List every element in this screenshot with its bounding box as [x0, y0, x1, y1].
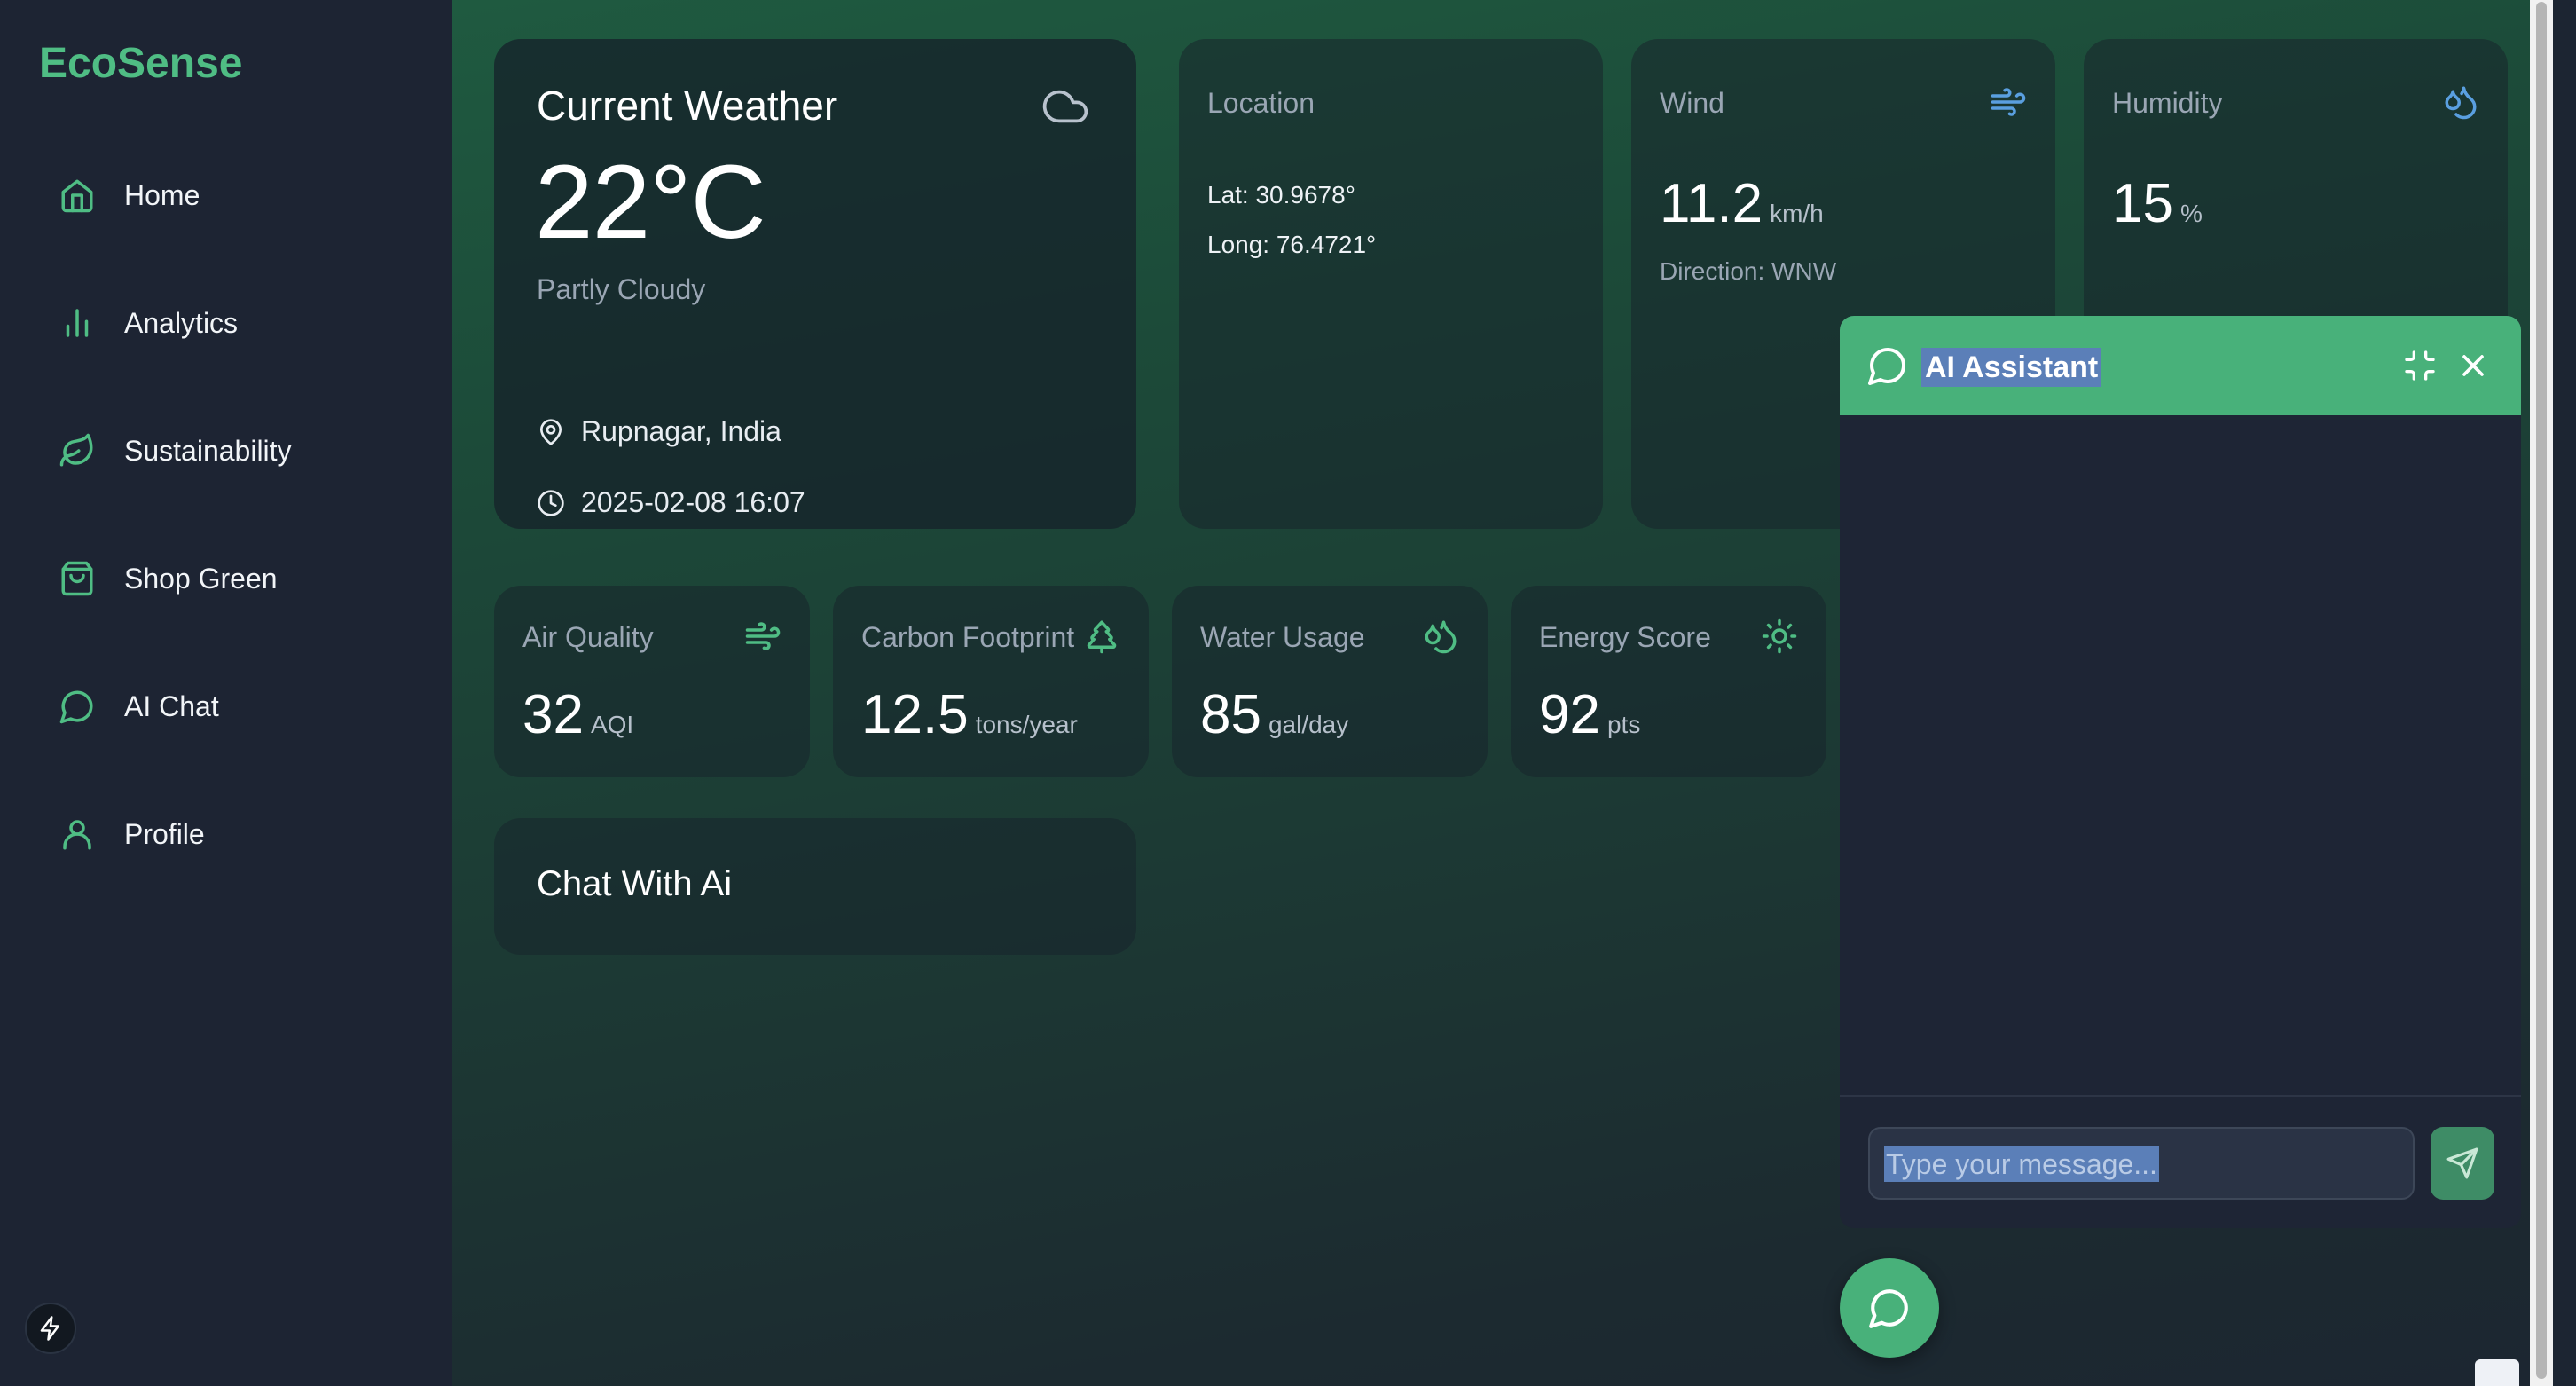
metric-unit: pts	[1606, 711, 1641, 738]
chat-card-title: Chat With Ai	[537, 864, 733, 903]
metric-label: Carbon Footprint	[861, 621, 1075, 653]
latitude: Lat: 30.9678°	[1207, 181, 1355, 209]
nav-label: AI Chat	[124, 689, 219, 722]
metric-card-carbon-footprint: Carbon Footprint 12.5 tons/year	[833, 586, 1149, 777]
nav-label: Shop Green	[124, 562, 278, 595]
message-circle-icon	[1869, 1289, 1908, 1328]
wind-value-row: 11.2 km/h	[1660, 172, 1824, 235]
droplets-icon	[2445, 86, 2477, 120]
chat-message-input[interactable]	[1868, 1127, 2415, 1200]
brand-logo[interactable]: EcoSense	[39, 39, 242, 88]
metric-value-row: 12.5 tons/year	[861, 683, 1078, 746]
cloud-icon	[1042, 90, 1088, 123]
metric-unit: gal/day	[1268, 711, 1349, 738]
location-label: Location	[1207, 87, 1315, 119]
location-card: Location Lat: 30.9678° Long: 76.4721°	[1179, 39, 1603, 529]
nav-label: Analytics	[124, 306, 239, 339]
metric-card-water-usage: Water Usage 85 gal/day	[1172, 586, 1488, 777]
user-icon	[63, 820, 91, 850]
temperature: 22°C	[535, 144, 766, 261]
scrollbar[interactable]	[2530, 0, 2553, 1386]
metric-label: Energy Score	[1539, 621, 1711, 653]
message-circle-icon	[59, 690, 93, 724]
chat-header: AI Assistant	[1840, 316, 2521, 415]
scrollbar-thumb[interactable]	[2536, 2, 2547, 1379]
weather-title: Current Weather	[537, 83, 838, 129]
wind-icon	[745, 622, 781, 650]
chat-with-ai-card[interactable]: Chat With Ai	[494, 818, 1136, 955]
nav-item-analytics[interactable]: Analytics	[59, 296, 238, 350]
home-icon	[61, 179, 93, 213]
wind-direction: Direction: WNW	[1660, 257, 1837, 285]
nav-item-shop-green[interactable]: Shop Green	[59, 552, 278, 605]
chat-title: AI Assistant	[1921, 348, 2102, 387]
wind-label: Wind	[1660, 87, 1724, 119]
longitude: Long: 76.4721°	[1207, 231, 1377, 258]
metric-unit: AQI	[590, 711, 634, 738]
message-circle-icon	[1868, 348, 1905, 385]
metric-unit: tons/year	[975, 711, 1078, 738]
weather-place: Rupnagar, India	[581, 415, 781, 447]
metric-card-air-quality: Air Quality 32 AQI	[494, 586, 810, 777]
metric-value: 92	[1539, 684, 1600, 745]
minimize-icon[interactable]	[2402, 348, 2438, 383]
weather-place-row: Rupnagar, India	[537, 415, 781, 448]
sidebar: EcoSense Home Analytics Sustainability S…	[0, 0, 452, 1386]
sun-icon	[1762, 618, 1797, 654]
bolt-button[interactable]	[25, 1303, 76, 1354]
wind-icon	[1991, 88, 2026, 116]
weather-time-row: 2025-02-08 16:07	[537, 486, 805, 519]
nav-item-home[interactable]: Home	[59, 169, 200, 222]
ai-assistant-panel: AI Assistant Type your message...	[1840, 316, 2521, 1228]
metric-label: Air Quality	[522, 621, 654, 653]
nav-item-sustainability[interactable]: Sustainability	[59, 424, 292, 477]
humidity-unit: %	[2179, 200, 2203, 227]
metric-value-row: 32 AQI	[522, 683, 633, 746]
wind-value: 11.2	[1660, 173, 1763, 234]
nav-label: Profile	[124, 817, 205, 850]
humidity-label: Humidity	[2112, 87, 2223, 119]
metric-card-energy-score: Energy Score 92 pts	[1511, 586, 1826, 777]
chat-footer: Type your message...	[1840, 1095, 2521, 1228]
translate-badge[interactable]	[2475, 1359, 2519, 1386]
humidity-value-row: 15 %	[2112, 172, 2203, 235]
droplets-icon	[1425, 620, 1457, 654]
chat-toggle-button[interactable]	[1840, 1258, 1939, 1358]
tree-icon	[1087, 620, 1117, 654]
weather-card: Current Weather 22°C Partly Cloudy Rupna…	[494, 39, 1136, 529]
weather-datetime: 2025-02-08 16:07	[581, 486, 805, 518]
map-pin-icon	[540, 418, 562, 445]
send-button[interactable]	[2431, 1127, 2494, 1200]
send-icon	[2446, 1147, 2478, 1179]
metric-value: 85	[1200, 684, 1261, 745]
weather-condition: Partly Cloudy	[537, 273, 706, 305]
metric-label: Water Usage	[1200, 621, 1365, 653]
wind-unit: km/h	[1770, 200, 1824, 227]
nav-item-ai-chat[interactable]: AI Chat	[59, 680, 219, 733]
nav-label: Home	[124, 178, 200, 211]
nav-item-profile[interactable]: Profile	[59, 807, 205, 861]
humidity-value: 15	[2112, 173, 2173, 234]
leaf-icon	[59, 433, 93, 467]
shopping-bag-icon	[61, 561, 93, 596]
metric-value-row: 85 gal/day	[1200, 683, 1348, 746]
metric-value-row: 92 pts	[1539, 683, 1640, 746]
bolt-icon	[40, 1316, 59, 1341]
metric-value: 12.5	[861, 684, 969, 745]
nav-label: Sustainability	[124, 434, 292, 467]
close-icon[interactable]	[2455, 348, 2491, 383]
clock-icon	[538, 489, 564, 516]
metric-value: 32	[522, 684, 584, 745]
bar-chart-icon	[66, 309, 89, 337]
